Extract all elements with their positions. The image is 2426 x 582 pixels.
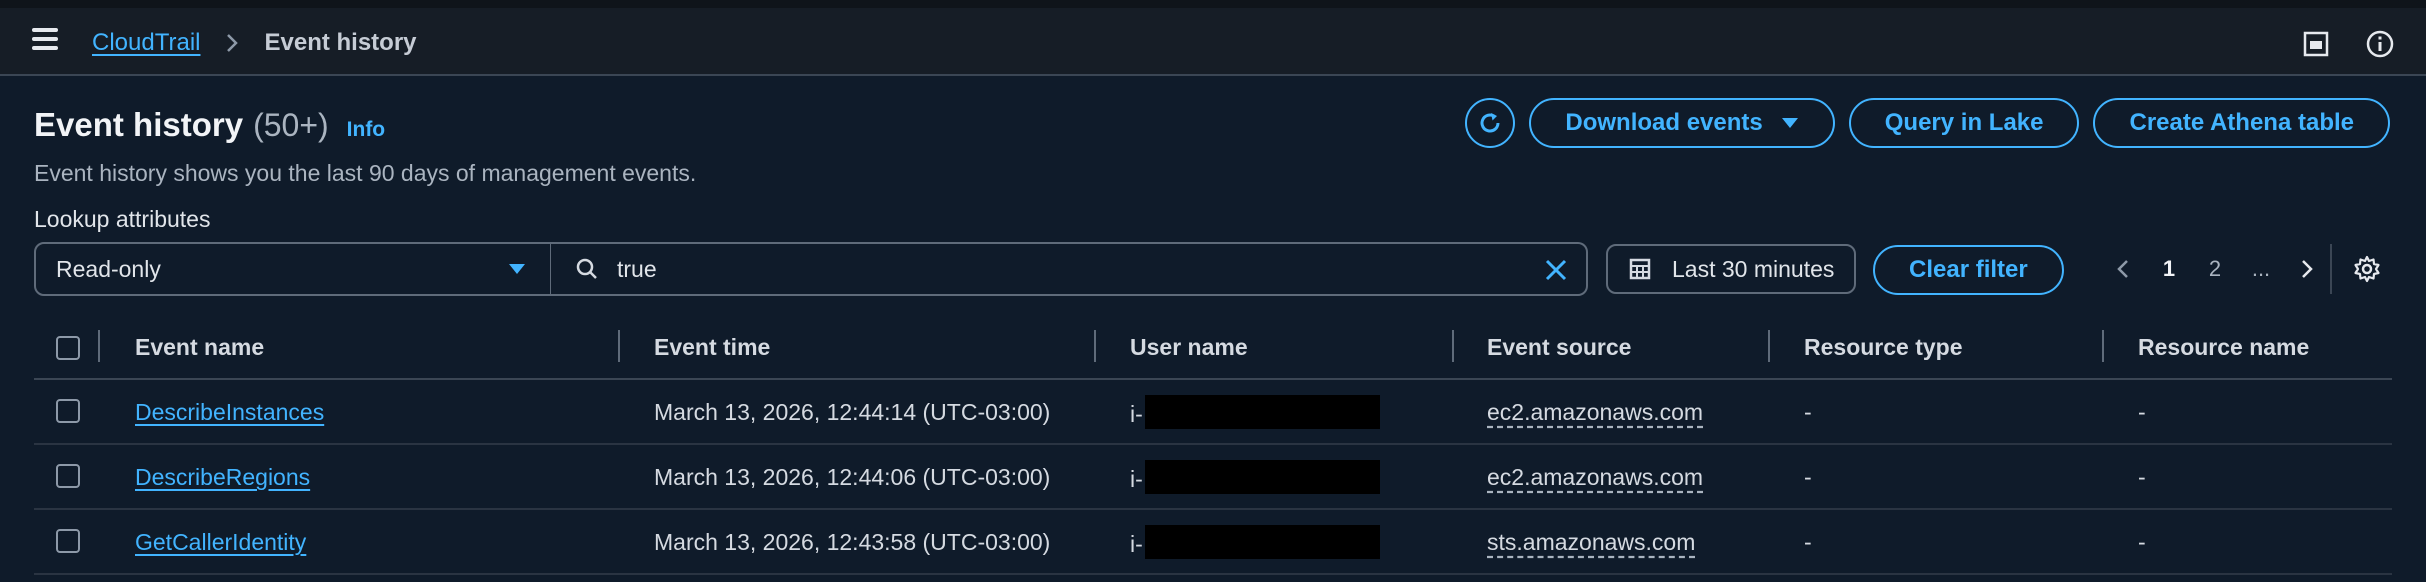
- event-name-link[interactable]: DescribeInstances: [135, 399, 324, 426]
- event-source[interactable]: sts.amazonaws.com: [1487, 529, 1695, 556]
- info-link[interactable]: Info: [347, 118, 385, 142]
- clear-filter-button[interactable]: Clear filter: [1873, 245, 2064, 295]
- header-tools: [2302, 30, 2394, 58]
- redacted-block: [1144, 395, 1380, 429]
- column-divider[interactable]: [1452, 330, 1454, 362]
- page-2[interactable]: 2: [2192, 256, 2238, 282]
- main-content: Event history (50+) Info Event history s…: [0, 78, 2426, 582]
- resource-type: -: [1804, 464, 1812, 490]
- query-in-lake-button[interactable]: Query in Lake: [1848, 98, 2080, 148]
- chevron-right-icon[interactable]: [2284, 257, 2330, 281]
- user-name: i-: [1130, 395, 1380, 433]
- breadcrumb-cloudtrail-link[interactable]: CloudTrail: [92, 29, 200, 57]
- time-range-label: Last 30 minutes: [1672, 255, 1835, 282]
- page-1[interactable]: 1: [2146, 256, 2192, 282]
- breadcrumb-current: Event history: [264, 29, 417, 56]
- user-name: i-: [1130, 525, 1380, 563]
- select-all-checkbox[interactable]: [56, 336, 80, 360]
- table-row: DescribeRegions March 13, 2026, 12:44:06…: [34, 445, 2392, 510]
- row-checkbox[interactable]: [56, 529, 80, 553]
- column-header-event-time[interactable]: Event time: [654, 334, 770, 361]
- redacted-block: [1144, 460, 1380, 494]
- top-edge: [0, 0, 2426, 8]
- lookup-attribute-value: Read-only: [56, 255, 161, 282]
- panel-icon[interactable]: [2302, 30, 2330, 58]
- redacted-block: [1144, 525, 1380, 559]
- gear-icon[interactable]: [2352, 254, 2382, 289]
- resource-type: -: [1804, 529, 1812, 555]
- column-divider[interactable]: [2102, 330, 2104, 362]
- page-description: Event history shows you the last 90 days…: [34, 160, 697, 186]
- caret-down-icon: [509, 264, 525, 274]
- event-time: March 13, 2026, 12:44:06 (UTC-03:00): [654, 464, 1051, 490]
- column-divider[interactable]: [618, 330, 620, 362]
- row-checkbox[interactable]: [56, 464, 80, 488]
- lookup-attribute-select[interactable]: Read-only: [34, 242, 552, 296]
- chevron-left-icon[interactable]: [2100, 257, 2146, 281]
- event-source[interactable]: ec2.amazonaws.com: [1487, 399, 1703, 426]
- event-time: March 13, 2026, 12:43:58 (UTC-03:00): [654, 529, 1051, 555]
- table-header: Event name Event time User name Event so…: [34, 318, 2392, 380]
- download-events-label: Download events: [1565, 109, 1763, 136]
- row-checkbox[interactable]: [56, 399, 80, 423]
- menu-icon[interactable]: [32, 28, 58, 54]
- event-source[interactable]: ec2.amazonaws.com: [1487, 464, 1703, 491]
- event-name-link[interactable]: GetCallerIdentity: [135, 529, 306, 556]
- chevron-right-icon: [224, 31, 240, 55]
- table-row: GetCallerIdentity March 13, 2026, 12:43:…: [34, 510, 2392, 575]
- column-header-user-name[interactable]: User name: [1130, 334, 1248, 361]
- search-value: true: [617, 255, 657, 282]
- column-header-resource-name[interactable]: Resource name: [2138, 334, 2309, 361]
- resource-name: -: [2138, 399, 2146, 425]
- page-ellipsis: ...: [2251, 256, 2271, 281]
- refresh-button[interactable]: [1465, 98, 1516, 148]
- resource-name: -: [2138, 464, 2146, 490]
- time-range-picker[interactable]: Last 30 minutes: [1606, 244, 1856, 294]
- lookup-attributes-label: Lookup attributes: [34, 206, 211, 232]
- column-header-resource-type[interactable]: Resource type: [1804, 334, 1963, 361]
- column-header-event-name[interactable]: Event name: [135, 334, 264, 361]
- search-icon: [575, 257, 599, 281]
- title-row: Event history (50+) Info: [34, 106, 385, 144]
- resource-name: -: [2138, 529, 2146, 555]
- action-buttons: Download events Query in Lake Create Ath…: [1465, 98, 2390, 148]
- refresh-icon: [1480, 113, 1500, 133]
- user-name-prefix: i-: [1130, 531, 1143, 558]
- calendar-icon: [1629, 258, 1651, 280]
- create-athena-table-button[interactable]: Create Athena table: [2093, 98, 2390, 148]
- page-title: Event history: [34, 106, 244, 143]
- event-time: March 13, 2026, 12:44:14 (UTC-03:00): [654, 399, 1051, 425]
- lookup-search-input[interactable]: true: [550, 242, 1588, 296]
- caret-down-icon: [1781, 118, 1798, 128]
- info-icon[interactable]: [2366, 30, 2394, 58]
- user-name-prefix: i-: [1130, 401, 1143, 428]
- top-navigation-bar: CloudTrail Event history: [0, 8, 2426, 76]
- column-divider[interactable]: [98, 330, 100, 362]
- close-icon[interactable]: [1542, 256, 1570, 290]
- column-divider[interactable]: [1094, 330, 1096, 362]
- resource-type: -: [1804, 399, 1812, 425]
- download-events-button[interactable]: Download events: [1529, 98, 1835, 148]
- event-table: Event name Event time User name Event so…: [34, 318, 2392, 575]
- event-name-link[interactable]: DescribeRegions: [135, 464, 310, 491]
- breadcrumb: CloudTrail Event history: [92, 28, 417, 58]
- user-name-prefix: i-: [1130, 466, 1143, 493]
- event-count: (50+): [253, 107, 329, 143]
- column-header-event-source[interactable]: Event source: [1487, 334, 1631, 361]
- column-divider[interactable]: [1768, 330, 1770, 362]
- pager-divider: [2330, 244, 2332, 294]
- user-name: i-: [1130, 460, 1380, 498]
- table-row: DescribeInstances March 13, 2026, 12:44:…: [34, 380, 2392, 445]
- pagination: 1 2 ...: [2100, 244, 2330, 294]
